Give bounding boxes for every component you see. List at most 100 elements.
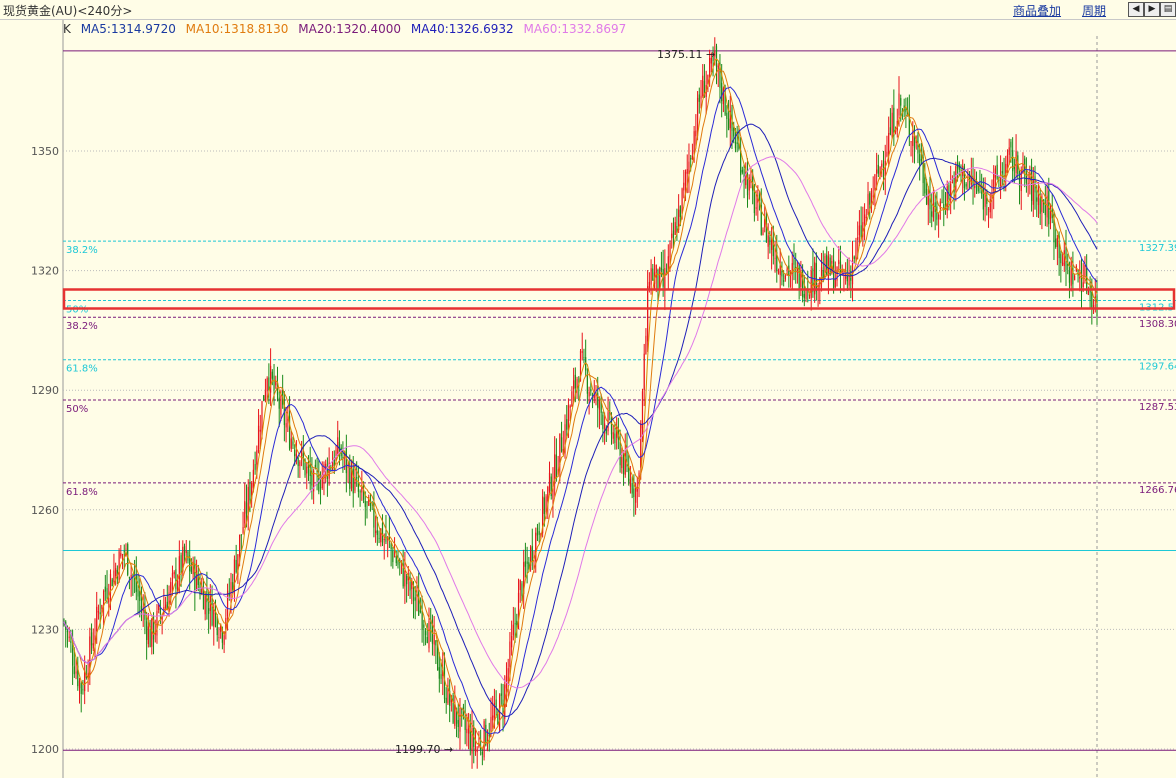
candle-body: [232, 582, 234, 590]
candle-body: [467, 728, 470, 734]
candle-body: [545, 496, 547, 512]
candle-body: [299, 461, 301, 466]
candle-body: [290, 438, 292, 450]
candle-body: [438, 667, 440, 679]
candle-body: [727, 118, 730, 131]
candle-body: [90, 632, 93, 646]
candle-body: [559, 433, 561, 465]
candle-body: [239, 535, 241, 557]
candle-body: [740, 151, 742, 176]
candle-body: [266, 378, 268, 392]
candle-body: [101, 604, 103, 609]
candle-body: [1036, 197, 1038, 202]
candle-body: [647, 286, 649, 342]
ma60-line: [63, 156, 1098, 689]
candle-body: [755, 207, 757, 209]
candle-body: [948, 185, 950, 199]
candle-body: [571, 391, 573, 407]
candle-body: [1056, 237, 1059, 247]
candle-body: [924, 177, 926, 194]
candle-body: [278, 397, 280, 409]
candle-body: [245, 502, 248, 514]
candle-body: [115, 568, 117, 576]
candle-body: [631, 482, 633, 494]
candle-body: [581, 351, 583, 353]
candle-body: [672, 230, 675, 238]
candle-body: [1015, 151, 1017, 174]
candle-body: [127, 544, 129, 575]
candle-body: [762, 229, 764, 236]
candle-body: [555, 454, 557, 478]
candle-body: [361, 487, 363, 493]
candle-body: [779, 265, 781, 275]
fib-level-label: 61.8%: [66, 364, 98, 375]
candle-body: [516, 620, 518, 626]
candle-body: [376, 530, 378, 535]
candle-body: [881, 163, 883, 167]
candle-body: [981, 192, 983, 194]
candle-body: [736, 142, 738, 144]
candlestick-chart[interactable]: 1200 1230 1260 1290 1320 1350 38.2% 1327.39 50% 1…: [0, 0, 1176, 778]
candle-body: [375, 530, 377, 534]
candle-body: [919, 154, 921, 165]
candle-body: [784, 275, 786, 280]
candle-body: [690, 158, 692, 160]
candle-body: [511, 635, 513, 648]
candle-body: [381, 523, 384, 543]
candle-body: [927, 196, 929, 206]
candle-body: [650, 268, 652, 285]
fib-level-value: 1266.76: [1139, 485, 1176, 496]
candle-body: [633, 488, 635, 498]
y-tick-label: 1290: [31, 384, 59, 397]
candle-body: [75, 671, 77, 674]
candle-body: [1061, 262, 1064, 265]
candle-body: [211, 597, 213, 626]
candle-body: [884, 160, 886, 177]
candle-body: [257, 425, 260, 452]
candle-body: [912, 135, 914, 146]
candle-body: [443, 667, 446, 699]
candle-body: [588, 391, 590, 397]
candle-body: [877, 164, 879, 174]
candle-body: [994, 168, 997, 178]
candle-body: [845, 276, 847, 279]
candle-body: [869, 193, 871, 205]
candle-body: [643, 353, 645, 391]
candle-body: [569, 405, 571, 408]
candle-body: [492, 715, 494, 721]
candle-body: [108, 597, 110, 603]
candle-body: [832, 259, 835, 290]
candle-body: [466, 728, 468, 734]
candle-body: [147, 626, 149, 645]
candle-body: [965, 183, 967, 187]
candle-body: [430, 622, 432, 624]
candle-body: [146, 621, 148, 640]
fib-level-label: 38.2%: [66, 321, 98, 332]
candle-body: [495, 699, 497, 708]
candle-body: [938, 214, 940, 220]
candle-body: [180, 555, 182, 573]
candle-body: [602, 414, 604, 429]
fib-level-value: 1287.53: [1139, 402, 1176, 413]
candle-body: [249, 483, 251, 501]
fib-level-value: 1308.30: [1139, 319, 1176, 330]
candle-body: [306, 466, 308, 474]
candle-body: [235, 559, 237, 573]
candle-body: [404, 570, 406, 587]
low-price-label: 1199.70 →: [395, 743, 453, 756]
candle-body: [526, 561, 528, 564]
candle-body: [867, 194, 869, 214]
candle-body: [590, 389, 592, 392]
candle-body: [721, 82, 723, 102]
candle-body: [781, 271, 783, 277]
candle-body: [674, 222, 676, 235]
candle-body: [783, 280, 785, 282]
candle-body: [573, 380, 575, 390]
candle-body: [280, 395, 282, 415]
candle-body: [474, 746, 477, 752]
candle-body: [1049, 210, 1052, 220]
candle-body: [767, 235, 769, 247]
candle-body: [695, 130, 697, 137]
candle-body: [774, 257, 776, 259]
candle-body: [657, 269, 659, 289]
